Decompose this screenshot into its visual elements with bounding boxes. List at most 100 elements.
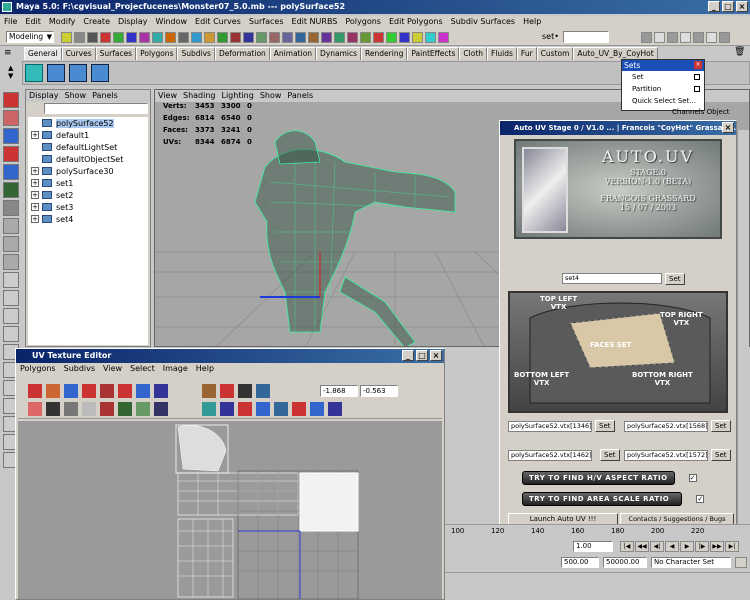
outliner-menu-show[interactable]: Show: [65, 91, 87, 101]
expand-icon[interactable]: +: [31, 203, 39, 211]
uv-maximize-button[interactable]: □: [416, 350, 428, 361]
uv-menu-select[interactable]: Select: [130, 364, 155, 375]
shelf-tab-general[interactable]: General: [24, 47, 62, 60]
status-tool-icon[interactable]: [308, 32, 319, 43]
outliner-filter-field[interactable]: [44, 103, 148, 114]
menu-create[interactable]: Create: [83, 17, 110, 28]
trash-icon[interactable]: 🗑: [734, 47, 746, 59]
uv-tool-icon[interactable]: [154, 402, 168, 416]
uv-tool-icon[interactable]: [100, 384, 114, 398]
status-tool-icon[interactable]: [113, 32, 124, 43]
area-ratio-checkbox[interactable]: ✓: [696, 495, 705, 503]
status-tool-icon[interactable]: [399, 32, 410, 43]
uv-tool-icon[interactable]: [220, 384, 234, 398]
uv-menu-image[interactable]: Image: [163, 364, 188, 375]
aspect-ratio-checkbox[interactable]: ✓: [688, 474, 697, 482]
uv-tool-icon[interactable]: [310, 402, 324, 416]
expand-icon[interactable]: +: [31, 215, 39, 223]
time-slider[interactable]: 100 120 140 160 180 200 220: [445, 524, 750, 538]
panel-layout-icon[interactable]: [719, 32, 730, 43]
toolbox-tool-icon[interactable]: [3, 92, 19, 108]
current-frame-field[interactable]: 1.00: [573, 541, 613, 552]
outliner-item[interactable]: polySurface52: [28, 117, 148, 129]
character-set-field[interactable]: No Character Set: [651, 557, 731, 568]
uv-tool-icon[interactable]: [136, 384, 150, 398]
uv-tool-icon[interactable]: [154, 384, 168, 398]
vtx-set-button-bottom-right[interactable]: Set: [711, 449, 731, 461]
shelf-button-cube1[interactable]: [47, 64, 65, 82]
status-tool-icon[interactable]: [61, 32, 72, 43]
expand-icon[interactable]: +: [31, 179, 39, 187]
uv-tool-icon[interactable]: [82, 402, 96, 416]
option-box-icon[interactable]: [694, 74, 700, 80]
uv-tool-icon[interactable]: [118, 384, 132, 398]
menu-help[interactable]: Help: [523, 17, 541, 28]
outliner-item[interactable]: + set4: [28, 213, 148, 225]
status-tool-icon[interactable]: [412, 32, 423, 43]
shelf-menu-icon[interactable]: ≡: [4, 48, 20, 60]
range-start-field[interactable]: 500.00: [561, 557, 599, 568]
menu-display[interactable]: Display: [118, 17, 148, 28]
vtx-field-bottom-right[interactable]: polySurface52.vtx[1572]: [624, 450, 708, 461]
uv-tool-icon[interactable]: [238, 402, 252, 416]
toolbox-tool-icon[interactable]: [3, 182, 19, 198]
try-aspect-ratio-button[interactable]: TRY TO FIND H/V ASPECT RATIO: [522, 471, 675, 485]
faces-set-field[interactable]: set4: [562, 273, 662, 284]
toolbox-tool-icon[interactable]: [3, 110, 19, 126]
channel-scrollbar[interactable]: [737, 130, 749, 530]
menu-modify[interactable]: Modify: [49, 17, 76, 28]
shelf-tab-surfaces[interactable]: Surfaces: [95, 47, 137, 60]
status-tool-icon[interactable]: [152, 32, 163, 43]
outliner-menu-display[interactable]: Display: [29, 91, 59, 101]
shelf-tab-animation[interactable]: Animation: [269, 47, 317, 60]
status-tool-icon[interactable]: [139, 32, 150, 43]
outliner-item[interactable]: + set3: [28, 201, 148, 213]
status-tool-icon[interactable]: [100, 32, 111, 43]
uv-menu-view[interactable]: View: [103, 364, 122, 375]
toolbox-tool-icon[interactable]: [3, 218, 19, 234]
transport-button-icon[interactable]: ◀◀: [635, 541, 649, 552]
uv-tool-icon[interactable]: [238, 384, 252, 398]
panel-layout-icon[interactable]: [680, 32, 691, 43]
transport-button-icon[interactable]: ▶: [680, 541, 694, 552]
transport-button-icon[interactable]: |▶: [695, 541, 709, 552]
toolbox-tool-icon[interactable]: [3, 290, 19, 306]
transport-button-icon[interactable]: ▶|: [725, 541, 739, 552]
expand-icon[interactable]: +: [31, 167, 39, 175]
status-tool-icon[interactable]: [269, 32, 280, 43]
status-tool-icon[interactable]: [217, 32, 228, 43]
status-tool-icon[interactable]: [425, 32, 436, 43]
uv-tool-icon[interactable]: [46, 402, 60, 416]
uv-canvas[interactable]: [18, 421, 442, 599]
panel-layout-icon[interactable]: [693, 32, 704, 43]
status-tool-icon[interactable]: [204, 32, 215, 43]
status-tool-icon[interactable]: [373, 32, 384, 43]
menu-edit-polygons[interactable]: Edit Polygons: [389, 17, 443, 28]
transport-button-icon[interactable]: ◀|: [650, 541, 664, 552]
shelf-tab-fur[interactable]: Fur: [516, 47, 537, 60]
shelf-tab-subdivs[interactable]: Subdivs: [177, 47, 215, 60]
uv-menu-help[interactable]: Help: [196, 364, 214, 375]
shelf-scroll-arrows[interactable]: ▲ ▼: [8, 64, 20, 82]
menu-window[interactable]: Window: [156, 17, 188, 28]
uv-close-button[interactable]: ×: [430, 350, 442, 361]
expand-icon[interactable]: +: [31, 131, 39, 139]
uv-tool-icon[interactable]: [100, 402, 114, 416]
uv-tool-icon[interactable]: [256, 402, 270, 416]
uv-tool-icon[interactable]: [46, 384, 60, 398]
expand-icon[interactable]: +: [31, 191, 39, 199]
toolbox-tool-icon[interactable]: [3, 128, 19, 144]
vtx-set-button-top-left[interactable]: Set: [595, 420, 615, 432]
shelf-tab-painteffects[interactable]: PaintEffects: [407, 47, 460, 60]
status-tool-icon[interactable]: [178, 32, 189, 43]
menu-surfaces[interactable]: Surfaces: [249, 17, 284, 28]
uv-tool-icon[interactable]: [202, 384, 216, 398]
status-tool-icon[interactable]: [334, 32, 345, 43]
quick-select-field[interactable]: [563, 31, 609, 43]
uv-minimize-button[interactable]: _: [402, 350, 414, 361]
status-tool-icon[interactable]: [360, 32, 371, 43]
transport-button-icon[interactable]: |◀: [620, 541, 634, 552]
status-tool-icon[interactable]: [347, 32, 358, 43]
shelf-tab-rendering[interactable]: Rendering: [361, 47, 408, 60]
uv-tool-icon[interactable]: [256, 384, 270, 398]
